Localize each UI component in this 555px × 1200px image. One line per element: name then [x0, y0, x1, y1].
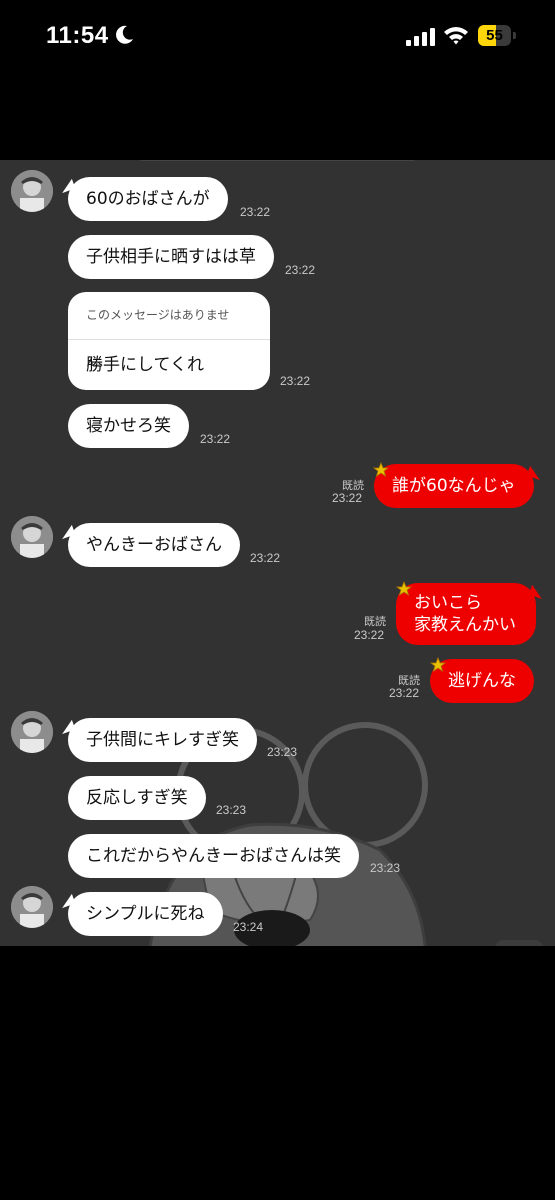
message-bubble[interactable]: 60のおばさんが — [68, 177, 228, 221]
chat-area[interactable]: 60のおばさんが 23:22 子供相手に晒すはは草 23:22 このメッセージは… — [0, 160, 555, 946]
message-time: 23:23 — [216, 803, 247, 817]
message-time: 23:22 — [280, 374, 311, 388]
message-bubble[interactable]: 子供間にキレすぎ笑 — [68, 718, 257, 762]
star-icon — [396, 581, 412, 596]
message-bubble[interactable]: 子供相手に晒すはは草 — [68, 235, 274, 279]
message-text: 逃げんな — [448, 671, 516, 691]
avatar[interactable] — [11, 516, 53, 558]
message-time: 23:22 — [250, 551, 281, 565]
battery-percentage: 55 — [486, 27, 503, 44]
message-time: 23:22 — [332, 491, 363, 505]
message-time: 23:24 — [233, 920, 264, 934]
message-text: シンプルに死ね — [86, 904, 205, 924]
message-text: 子供間にキレすぎ笑 — [86, 730, 239, 750]
status-bar: 11:54 55 — [0, 0, 555, 75]
message-time: 23:22 — [285, 263, 316, 277]
bottom-blank-area — [0, 946, 555, 1200]
message-bubble[interactable]: やんきーおばさん — [68, 523, 240, 567]
moon-icon — [116, 25, 133, 44]
message-text: 子供相手に晒すはは草 — [86, 247, 256, 267]
message-text-line: 家教えんかい — [414, 615, 516, 635]
read-receipt: 既読 — [364, 615, 386, 628]
message-time: 23:23 — [267, 745, 298, 759]
message-text: 誰が60なんじゃ — [392, 476, 516, 496]
deleted-message-notice: このメッセージはありません。 — [68, 292, 270, 369]
message-text: これだからやんきーおばさんは笑 — [86, 846, 341, 866]
star-icon — [430, 657, 446, 672]
message-bubble[interactable]: 寝かせろ笑 — [68, 404, 189, 448]
avatar[interactable] — [11, 711, 53, 753]
message-time: 23:22 — [354, 628, 385, 642]
reply-message-card[interactable]: このメッセージはありません。 勝手にしてくれ — [68, 292, 270, 390]
message-text: 60のおばさんが — [86, 189, 210, 209]
message-text-line: おいこら — [414, 593, 482, 613]
message-text: やんきーおばさん — [86, 535, 222, 555]
avatar[interactable] — [11, 886, 53, 928]
star-icon — [373, 462, 389, 477]
message-time: 23:22 — [240, 205, 271, 219]
cellular-signal-icon — [406, 28, 435, 46]
message-time: 23:23 — [370, 861, 401, 875]
message-bubble[interactable]: 反応しすぎ笑 — [68, 776, 206, 820]
message-bubble[interactable]: これだからやんきーおばさんは笑 — [68, 834, 359, 878]
message-text: 反応しすぎ笑 — [86, 788, 188, 808]
message-bubble[interactable]: シンプルに死ね — [68, 892, 223, 936]
message-bubble-sent[interactable]: 誰が60なんじゃ — [374, 464, 534, 508]
message-text: 寝かせろ笑 — [86, 416, 171, 436]
message-time: 23:22 — [389, 686, 420, 700]
battery-charging-icon: 55 — [478, 25, 516, 46]
status-time: 11:54 — [46, 22, 109, 49]
message-time: 23:22 — [200, 432, 231, 446]
message-text: 勝手にしてくれ — [86, 355, 204, 375]
avatar[interactable] — [11, 170, 53, 212]
wifi-icon — [444, 27, 468, 45]
message-bubble-sent[interactable]: おいこら 家教えんかい — [396, 583, 536, 645]
